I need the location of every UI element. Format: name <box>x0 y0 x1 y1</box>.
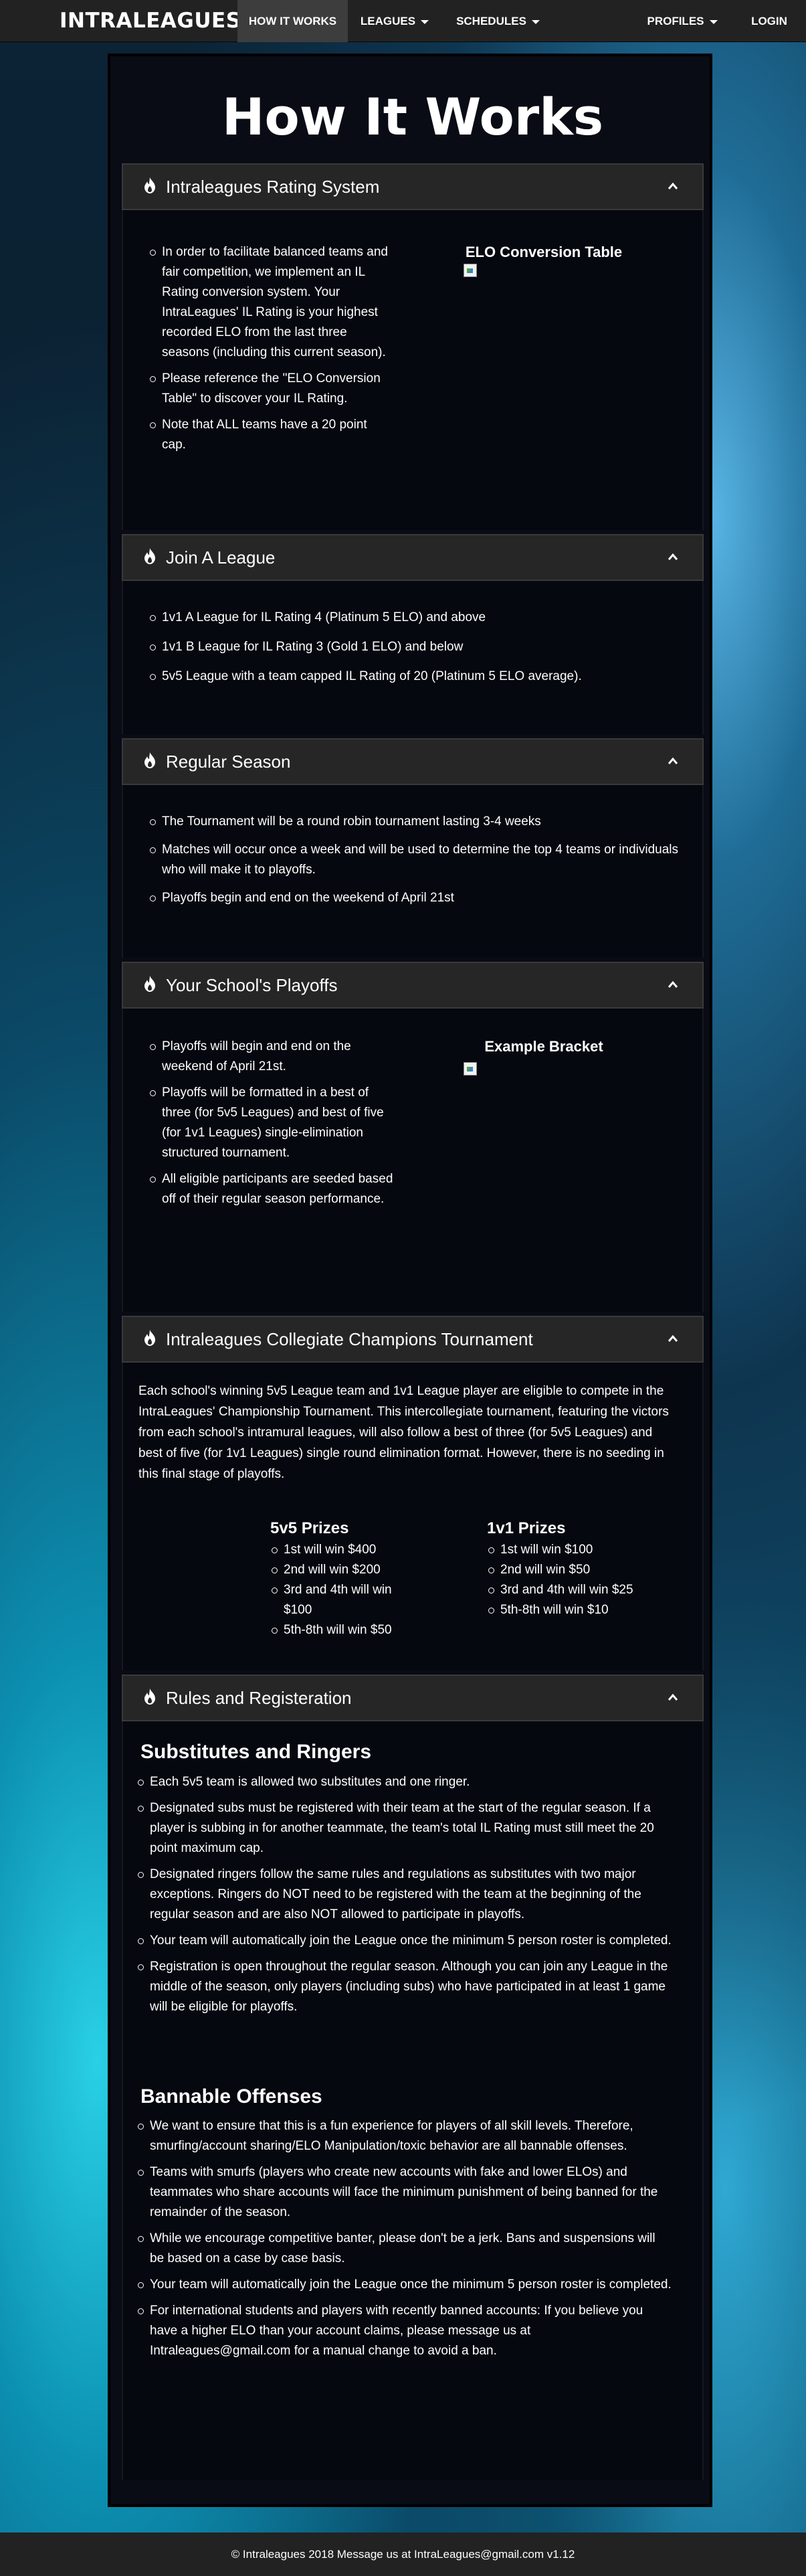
chevron-down-icon <box>709 19 718 24</box>
list-item: All eligible participants are seeded bas… <box>150 1169 401 1209</box>
season-bullet-list: The Tournament will be a round robin tou… <box>150 812 678 908</box>
list-item: The Tournament will be a round robin tou… <box>150 812 678 832</box>
panel-heading-champions[interactable]: Intraleagues Collegiate Champions Tourna… <box>122 1316 704 1363</box>
list-item: Teams with smurfs (players who create ne… <box>138 2162 673 2223</box>
flame-icon <box>144 752 155 768</box>
nav-how-it-works-label: HOW IT WORKS <box>248 15 337 27</box>
chevron-up-icon[interactable] <box>668 757 678 765</box>
list-item: 1v1 B League for IL Rating 3 (Gold 1 ELO… <box>150 637 685 657</box>
list-item: Note that ALL teams have a 20 point cap. <box>150 415 391 455</box>
flame-icon <box>144 177 155 193</box>
panel-heading-rating-system[interactable]: Intraleagues Rating System <box>122 163 704 210</box>
list-item: In order to facilitate balanced teams an… <box>150 242 391 363</box>
list-item: Your team will automatically join the Le… <box>138 1931 673 1951</box>
list-item: Playoffs will be formatted in a best of … <box>150 1083 401 1163</box>
list-item: 1st will win $400 <box>272 1540 415 1560</box>
nav-leagues-dropdown[interactable]: LEAGUES <box>355 0 435 42</box>
flame-icon <box>144 976 155 992</box>
chevron-up-icon[interactable] <box>668 182 678 190</box>
list-item: For international students and players w… <box>138 2301 673 2361</box>
panel-heading-regular-season[interactable]: Regular Season <box>122 738 704 785</box>
elo-table-title: ELO Conversion Table <box>465 244 623 260</box>
panel-body-rating-system: In order to facilitate balanced teams an… <box>122 210 704 530</box>
chevron-up-icon[interactable] <box>668 980 678 989</box>
list-item: 1st will win $100 <box>488 1540 639 1560</box>
nav-leagues-label: LEAGUES <box>360 15 416 27</box>
list-item: 1v1 A League for IL Rating 4 (Platinum 5… <box>150 608 685 628</box>
list-item: While we encourage competitive banter, p… <box>138 2229 673 2269</box>
footer: © Intraleagues 2018 Message us at IntraL… <box>0 2532 806 2576</box>
subs-heading: Substitutes and Ringers <box>140 1741 372 1763</box>
chevron-down-icon <box>421 19 429 24</box>
subs-bullet-list: Each 5v5 team is allowed two substitutes… <box>138 1772 673 2017</box>
list-item: 3rd and 4th will win $25 <box>488 1580 639 1600</box>
list-item: 2nd will win $200 <box>272 1560 415 1580</box>
chevron-up-icon[interactable] <box>668 553 678 561</box>
panel-body-join-league: 1v1 A League for IL Rating 4 (Platinum 5… <box>122 581 704 734</box>
panel-title: Join A League <box>166 547 276 568</box>
list-item: Playoffs begin and end on the weekend of… <box>150 888 678 908</box>
nav-login-link[interactable]: LOGIN <box>742 0 796 42</box>
list-item: 5th-8th will win $50 <box>272 1620 415 1640</box>
bannable-heading: Bannable Offenses <box>140 2085 322 2108</box>
prizes-5v5-list: 1st will win $400 2nd will win $200 3rd … <box>272 1540 415 1640</box>
list-item: Designated ringers follow the same rules… <box>138 1865 673 1925</box>
panel-heading-join-league[interactable]: Join A League <box>122 534 704 581</box>
navbar: INTRALEAGUES HOW IT WORKS LEAGUES SCHEDU… <box>0 0 806 42</box>
rating-bullet-list: In order to facilitate balanced teams an… <box>150 242 391 455</box>
nav-profiles-dropdown[interactable]: PROFILES <box>639 0 726 42</box>
panel-body-champions: Each school's winning 5v5 League team an… <box>122 1363 704 1670</box>
list-item: Playoffs will begin and end on the weeke… <box>150 1037 401 1077</box>
playoffs-bullet-list: Playoffs will begin and end on the weeke… <box>150 1037 401 1209</box>
bracket-title: Example Bracket <box>484 1038 603 1055</box>
panel-title: Rules and Registeration <box>166 1688 352 1708</box>
panel-title: Regular Season <box>166 752 291 772</box>
list-item: Please reference the "ELO Conversion Tab… <box>150 369 391 409</box>
champions-paragraph: Each school's winning 5v5 League team an… <box>138 1384 669 1481</box>
list-item: 3rd and 4th will win $100 <box>272 1580 415 1620</box>
page-title: How It Works <box>221 87 604 147</box>
prizes-1v1-list: 1st will win $100 2nd will win $50 3rd a… <box>488 1540 639 1620</box>
chevron-up-icon[interactable] <box>668 1335 678 1343</box>
list-item: Registration is open throughout the regu… <box>138 1957 673 2017</box>
flame-icon <box>144 1689 155 1705</box>
join-bullet-list: 1v1 A League for IL Rating 4 (Platinum 5… <box>150 608 685 687</box>
panel-body-regular-season: The Tournament will be a round robin tou… <box>122 785 704 958</box>
list-item: Matches will occur once a week and will … <box>150 840 678 880</box>
nav-profiles-label: PROFILES <box>647 15 704 27</box>
panel-body-playoffs: Playoffs will begin and end on the weeke… <box>122 1009 704 1312</box>
nav-how-it-works[interactable]: HOW IT WORKS <box>237 0 348 42</box>
panel-body-rules: Substitutes and Ringers Each 5v5 team is… <box>122 1721 704 2480</box>
list-item: 5th-8th will win $10 <box>488 1600 639 1620</box>
main-content: How It Works Intraleagues Rating System … <box>108 54 712 2507</box>
panel-heading-playoffs[interactable]: Your School's Playoffs <box>122 962 704 1009</box>
nav-schedules-label: SCHEDULES <box>456 15 526 27</box>
bracket-image-icon <box>464 1062 477 1076</box>
list-item: Designated subs must be registered with … <box>138 1798 673 1859</box>
flame-icon <box>144 1330 155 1346</box>
chevron-up-icon[interactable] <box>668 1693 678 1701</box>
list-item: 2nd will win $50 <box>488 1560 639 1580</box>
list-item: Each 5v5 team is allowed two substitutes… <box>138 1772 673 1792</box>
brand-logo[interactable]: INTRALEAGUES <box>60 0 241 42</box>
nav-login-label: LOGIN <box>751 15 787 27</box>
nav-schedules-dropdown[interactable]: SCHEDULES <box>449 0 546 42</box>
prizes-5v5-title: 5v5 Prizes <box>270 1519 349 1537</box>
elo-table-image-icon <box>464 264 477 277</box>
panel-title: Your School's Playoffs <box>166 975 338 995</box>
list-item: Your team will automatically join the Le… <box>138 2275 673 2295</box>
prizes-1v1-title: 1v1 Prizes <box>487 1519 566 1537</box>
flame-icon <box>144 548 155 564</box>
bannable-bullet-list: We want to ensure that this is a fun exp… <box>138 2116 673 2361</box>
list-item: 5v5 League with a team capped IL Rating … <box>150 667 685 687</box>
panel-heading-rules[interactable]: Rules and Registeration <box>122 1675 704 1721</box>
panel-title: Intraleagues Collegiate Champions Tourna… <box>166 1329 533 1349</box>
chevron-down-icon <box>531 19 540 24</box>
panel-title: Intraleagues Rating System <box>166 177 380 197</box>
list-item: We want to ensure that this is a fun exp… <box>138 2116 673 2156</box>
